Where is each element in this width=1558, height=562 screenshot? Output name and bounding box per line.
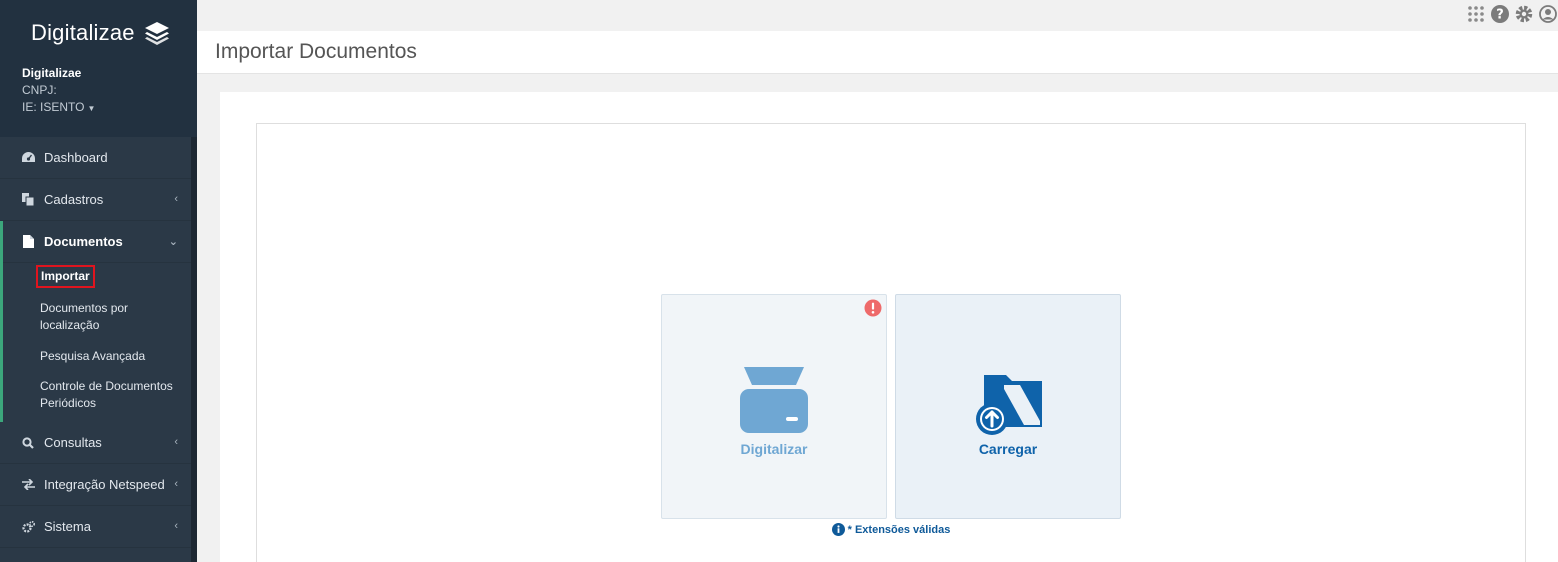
logo[interactable]: Digitalizae [31,20,171,46]
chevron-down-icon: ⌄ [168,236,178,248]
exchange-icon [21,478,35,492]
sidebar-item-label: Dashboard [44,150,108,165]
page-header: Importar Documentos [197,31,1558,74]
chevron-left-icon: ‹ [174,478,178,490]
folder-upload-icon [976,375,1042,435]
valid-extensions-text: * Extensões válidas [847,523,951,536]
sidebar-item-sistema[interactable]: Sistema ‹ [0,506,191,548]
sidebar-item-integracao-netspeed[interactable]: Integração Netspeed ‹ [0,464,191,506]
sidebar-item-label: Cadastros [44,192,104,207]
file-icon [21,235,35,249]
chevron-left-icon: ‹ [174,193,178,205]
dashboard-icon [21,151,35,165]
sidebar-item-cadastros[interactable]: Cadastros ‹ [0,179,191,221]
search-icon [21,436,35,450]
content-card: Digitalizar Carregar * Extensões válidas [220,92,1558,562]
sidebar-header: Digitalizae Digitalizae CNPJ: IE: ISENTO… [0,0,197,137]
copy-icon [21,193,35,207]
upload-area: Digitalizar Carregar * Extensões válidas [256,123,1526,562]
chevron-left-icon: ‹ [174,436,178,448]
scanner-icon [740,367,808,433]
company-cnpj: CNPJ: [22,83,57,97]
company-info[interactable]: Digitalizae CNPJ: IE: ISENTO ▼ [22,65,95,117]
cogs-icon [21,520,35,534]
top-bar: ? [197,0,1558,31]
apps-grid-icon[interactable] [1466,4,1486,24]
svg-text:?: ? [1496,8,1504,23]
gear-icon[interactable] [1514,4,1534,24]
sidebar-item-consultas[interactable]: Consultas ‹ [0,422,191,464]
company-ie-text: IE: ISENTO [22,100,85,114]
sidebar-item-label: Consultas [44,435,102,450]
company-name: Digitalizae [22,66,82,80]
submenu-item-pesquisa-avancada[interactable]: Pesquisa Avançada [40,348,191,365]
sidebar-scrollbar[interactable] [191,137,197,562]
submenu-item-controle-documentos-periodicos[interactable]: Controle de Documentos Periódicos [40,378,188,412]
info-icon [831,523,845,536]
sidebar-item-label: Integração Netspeed [44,477,165,492]
sidebar: Digitalizae Digitalizae CNPJ: IE: ISENTO… [0,0,197,562]
sidebar-item-label: Sistema [44,519,91,534]
sidebar-item-documentos[interactable]: Documentos ⌄ [3,221,191,263]
upload-label: Carregar [978,441,1038,457]
submenu-item-importar[interactable]: Importar [36,265,95,288]
documentos-submenu: Importar Documentos por localização Pesq… [3,263,191,422]
sidebar-item-label: Documentos [44,234,123,249]
submenu-item-documentos-por-localizacao[interactable]: Documentos por localização [40,300,150,334]
page-title: Importar Documentos [215,40,417,63]
chevron-left-icon: ‹ [174,520,178,532]
user-icon[interactable] [1538,4,1558,24]
logo-layers-icon [144,22,169,45]
help-icon[interactable]: ? [1490,4,1510,24]
company-ie[interactable]: IE: ISENTO ▼ [22,99,95,117]
top-icons: ? [1466,4,1558,24]
scan-label: Digitalizar [740,441,808,457]
caret-down-icon: ▼ [87,104,96,113]
sidebar-open-block: Documentos ⌄ Importar Documentos por loc… [0,221,191,422]
scan-tile[interactable]: Digitalizar [661,294,887,519]
alert-icon[interactable] [864,299,882,317]
sidebar-item-dashboard[interactable]: Dashboard [0,137,191,179]
logo-text: Digitalizae [31,20,135,45]
upload-tile[interactable]: Carregar [895,294,1121,519]
sidebar-menu: Dashboard Cadastros ‹ Documentos ⌄ Impor… [0,137,191,548]
valid-extensions[interactable]: * Extensões válidas [257,523,1525,536]
